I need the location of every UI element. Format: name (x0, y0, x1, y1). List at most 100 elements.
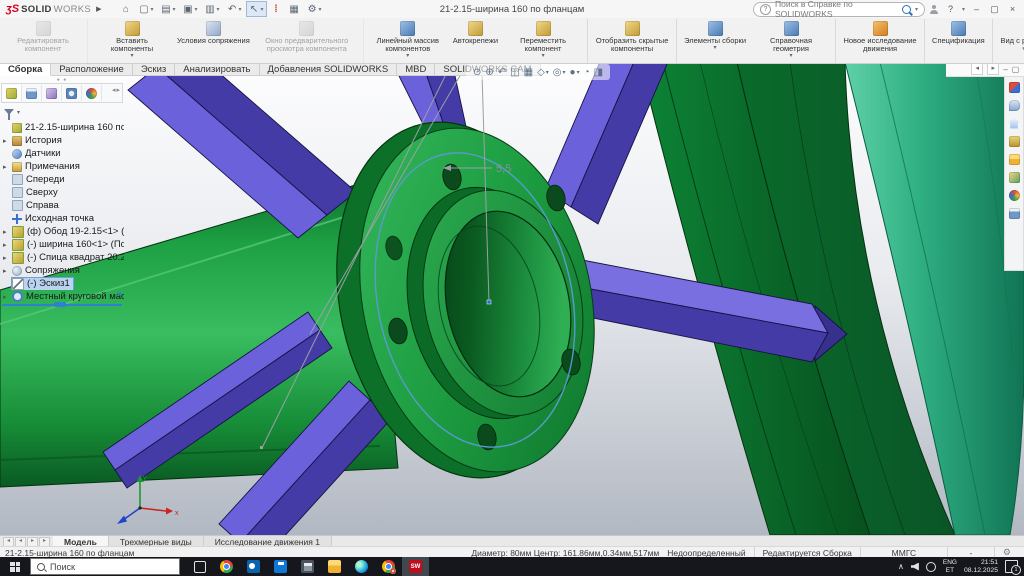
chrome-app-button[interactable] (213, 557, 240, 576)
restore-button[interactable]: ▢ (988, 4, 1001, 15)
linear-component-pattern-button[interactable]: Линейный массив компонентов (367, 19, 449, 63)
start-button[interactable] (0, 557, 30, 576)
tree-item-sketch1[interactable]: (-) Эскиз1 (0, 277, 124, 290)
undo-button[interactable]: ↶ (224, 1, 245, 17)
calculator-app-button[interactable] (294, 557, 321, 576)
tree-item-front-plane[interactable]: Спереди (0, 173, 124, 186)
view-palette-tab[interactable] (1007, 170, 1021, 184)
smart-fasteners-button[interactable]: Автокрепежи (449, 19, 502, 63)
expand-arrow-icon[interactable] (3, 137, 12, 145)
dimension-label[interactable]: 5,5 (496, 163, 511, 175)
section-view-button[interactable]: ◫ (510, 67, 519, 78)
rollback-bar[interactable] (2, 304, 122, 306)
3d-viewport[interactable]: 5,5 x y (0, 62, 1024, 535)
new-motion-study-button[interactable]: Новое исследование движения (839, 19, 925, 63)
tree-item-right-plane[interactable]: Справа (0, 199, 124, 212)
tree-item-top-plane[interactable]: Сверху (0, 186, 124, 199)
home-button[interactable]: ⌂ (117, 1, 134, 17)
outlook-app-button[interactable] (240, 557, 267, 576)
design-library-tab[interactable] (1007, 134, 1021, 148)
select-tool-button[interactable]: ↖ (246, 1, 267, 17)
task-view-button[interactable] (186, 557, 213, 576)
component-preview-window-button[interactable]: Окно предварительного просмотра компонен… (254, 19, 364, 63)
search-icon[interactable] (902, 5, 911, 14)
taskbar-search-input[interactable]: Поиск (30, 558, 180, 575)
solidworks-logo[interactable]: ʒS SOLIDWORKS ▶ (0, 0, 107, 18)
volume-icon[interactable] (911, 563, 919, 571)
minimize-button[interactable]: – (970, 4, 983, 14)
save-button[interactable]: ▣ (179, 1, 200, 17)
help-button[interactable]: ? (944, 4, 957, 14)
status-units[interactable]: ММГС (892, 548, 917, 558)
tab-layout[interactable]: Расположение (51, 62, 133, 76)
zoom-to-fit-button[interactable]: ⊙ (473, 67, 481, 78)
print-button[interactable]: ▥ (202, 1, 223, 17)
close-button[interactable]: × (1006, 4, 1019, 14)
tree-item-root-assembly[interactable]: 21-2.15-ширина 160 по фланцам (П (0, 121, 124, 134)
configurationmanager-tab[interactable] (42, 85, 62, 101)
panel-collapse-icon[interactable]: ◂ (117, 289, 121, 298)
tab-assembly[interactable]: Сборка (0, 62, 51, 76)
expand-arrow-icon[interactable] (3, 267, 12, 275)
doc-minimize-button[interactable]: – (1003, 65, 1007, 74)
alarm-clock-icon[interactable] (926, 562, 936, 572)
expand-arrow-icon[interactable] (3, 241, 12, 249)
solidworks-resources-tab[interactable] (1007, 80, 1021, 94)
tree-item-width-part[interactable]: (-) ширина 160<1> (По умолчан (0, 238, 124, 251)
tree-filter[interactable]: ▾ (0, 103, 124, 121)
clock[interactable]: 21:5108.12.2025 (964, 559, 998, 575)
previous-view-button[interactable]: ↶ (498, 67, 506, 78)
sketch-point[interactable] (487, 300, 491, 304)
tree-item-spoke-part[interactable]: (-) Спица квадрат 20.20<1> (По у (0, 251, 124, 264)
chrome-profile-app-button[interactable] (375, 557, 402, 576)
user-account-icon[interactable] (930, 5, 939, 14)
display-style-button[interactable]: ◎ (553, 67, 566, 78)
model-tab-nav[interactable]: ◂◂▸▸ (0, 537, 53, 547)
solidworks-app-button[interactable]: SW (402, 557, 429, 576)
edge-app-button[interactable] (348, 557, 375, 576)
tree-item-sensors[interactable]: Датчики (0, 147, 124, 160)
tab-evaluate[interactable]: Анализировать (175, 62, 259, 76)
doc-restore-button[interactable]: ▢ (1012, 65, 1020, 74)
expand-arrow-icon[interactable] (3, 254, 12, 262)
expand-arrow-icon[interactable] (3, 293, 12, 301)
exploded-view-button[interactable]: Вид с разнесенными частями (996, 19, 1024, 63)
custom-properties-tab[interactable] (1007, 206, 1021, 220)
help-caret-icon[interactable]: ▾ (962, 6, 965, 13)
dimxpertmanager-tab[interactable] (62, 85, 82, 101)
tree-item-origin[interactable]: Исходная точка (0, 212, 124, 225)
store-app-button[interactable] (267, 557, 294, 576)
tab-mbd[interactable]: MBD (397, 62, 435, 76)
insert-components-button[interactable]: Вставить компоненты (91, 19, 173, 63)
tab-sketch[interactable]: Эскиз (133, 62, 175, 76)
tree-item-annotations[interactable]: Примечания (0, 160, 124, 173)
move-component-button[interactable]: Переместить компонент (502, 19, 588, 63)
zoom-to-area-button[interactable]: ⊕ (485, 67, 493, 78)
hide-show-items-button[interactable]: ● (570, 67, 580, 78)
tree-item-mates[interactable]: Сопряжения (0, 264, 124, 277)
mate-button[interactable]: Условия сопряжения (173, 19, 254, 63)
new-document-button[interactable]: ▢ (135, 1, 156, 17)
tab-scroll-left-icon[interactable]: ◂ (971, 63, 983, 75)
explorer-app-button[interactable] (321, 557, 348, 576)
propertymanager-tab[interactable] (22, 85, 42, 101)
filter-caret-icon[interactable]: ▾ (17, 109, 20, 116)
notification-center-icon[interactable]: 1 (1005, 560, 1018, 573)
reference-geometry-button[interactable]: Справочная геометрия (750, 19, 836, 63)
hidden-icons-chevron-icon[interactable]: ∧ (898, 562, 904, 571)
panel-tab-scroll[interactable]: ◂▸ (112, 86, 122, 94)
tab-addins[interactable]: Добавления SOLIDWORKS (260, 62, 398, 76)
featuremanager-tab[interactable] (2, 85, 22, 101)
open-document-button[interactable]: ▤ (157, 1, 178, 17)
assembly-features-button[interactable]: Элементы сборки (680, 19, 750, 63)
home-tab[interactable] (1007, 116, 1021, 130)
tree-item-history[interactable]: История (0, 134, 124, 147)
tree-item-rim-part[interactable]: (ф) Обод 19-2.15<1> (По умолча (0, 225, 124, 238)
displaymanager-tab[interactable] (82, 85, 102, 101)
dynamic-annotation-button[interactable]: ▦ (524, 67, 533, 78)
language-indicator[interactable]: ENGET (943, 559, 957, 574)
edit-appearance-button[interactable]: ◔ (584, 67, 590, 78)
tab-scroll-right-icon[interactable]: ▸ (987, 63, 999, 75)
bill-of-materials-button[interactable]: Спецификация (928, 19, 993, 63)
file-explorer-tab[interactable] (1007, 152, 1021, 166)
